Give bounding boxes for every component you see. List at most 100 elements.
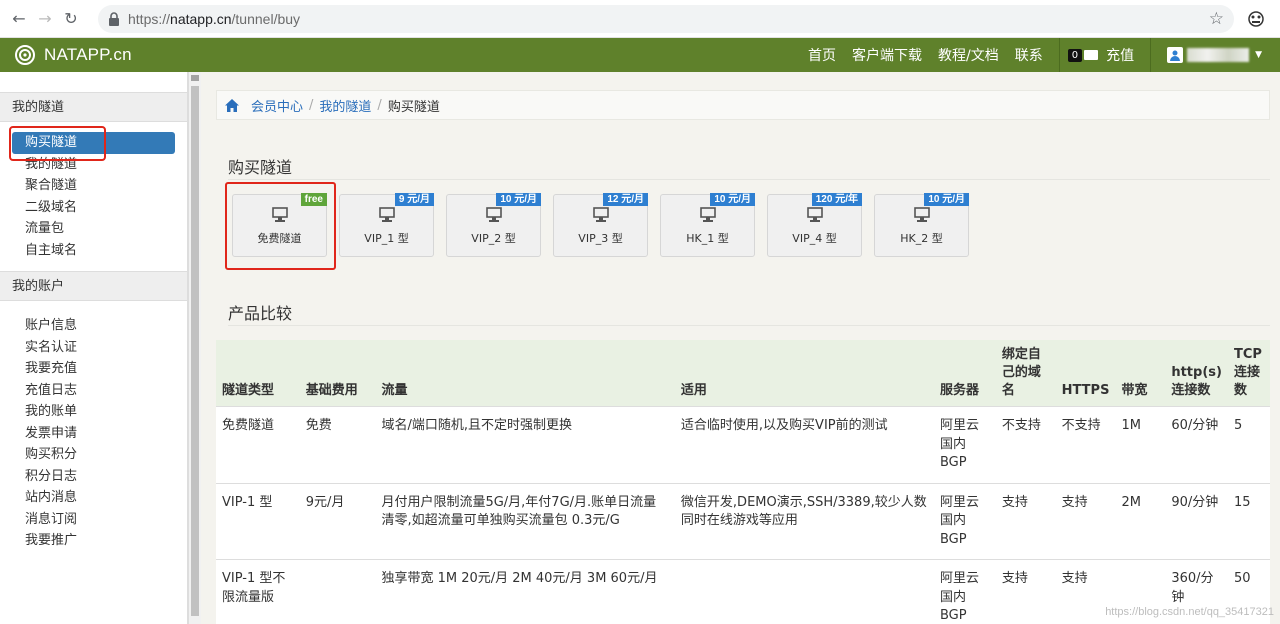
scroll-thumb[interactable] xyxy=(191,86,199,616)
extension-icon[interactable] xyxy=(1246,9,1266,29)
sidebar-item-custom-domain[interactable]: 自主域名 xyxy=(12,240,175,262)
sidebar-item-buy-points[interactable]: 购买积分 xyxy=(12,444,175,466)
compare-section-title: 产品比较 xyxy=(228,304,293,323)
table-cell: 微信开发,DEMO演示,SSH/3389,较少人数同时在线游戏等应用 xyxy=(674,482,934,560)
brand[interactable]: NATAPP.cn xyxy=(14,44,132,66)
col-header-tcp-conn: TCP连接数 xyxy=(1227,340,1270,407)
breadcrumb-separator: / xyxy=(309,97,314,113)
col-header-domain: 绑定自己的域名 xyxy=(995,340,1056,407)
col-header-traffic: 流量 xyxy=(375,340,675,407)
tier-label: VIP_1 型 xyxy=(364,232,409,245)
nav-recharge[interactable]: 充值 xyxy=(1106,45,1142,65)
monitor-icon xyxy=(699,207,716,222)
reload-icon[interactable]: ↻ xyxy=(58,6,84,32)
tier-card-vip1[interactable]: 9 元/月 VIP_1 型 xyxy=(339,193,434,257)
price-tag: 10 元/月 xyxy=(710,193,755,206)
breadcrumb-current: 购买隧道 xyxy=(387,99,440,115)
balance-badge: 0 xyxy=(1067,48,1083,62)
nav-divider xyxy=(1058,38,1060,72)
breadcrumb: 会员中心 / 我的隧道 / 购买隧道 xyxy=(216,90,1270,120)
table-cell: 不支持 xyxy=(1055,406,1116,483)
sidebar-item-recharge[interactable]: 我要充值 xyxy=(12,358,175,380)
tier-label: HK_2 型 xyxy=(900,232,943,245)
user-name-blurred[interactable] xyxy=(1187,48,1250,62)
table-cell: 域名/端口随机,且不定时强制更换 xyxy=(375,406,675,483)
table-cell: 90/分钟 xyxy=(1165,482,1228,560)
monitor-icon xyxy=(913,207,930,222)
table-cell: 免费隧道 xyxy=(216,406,300,483)
table-header-row: 隧道类型 基础费用 流量 适用 服务器 绑定自己的域名 HTTPS 带宽 htt… xyxy=(216,340,1270,407)
table-cell xyxy=(674,559,934,624)
scroll-up-arrow-icon[interactable] xyxy=(191,75,199,81)
breadcrumb-member-center[interactable]: 会员中心 xyxy=(251,96,303,115)
sidebar-item-messages[interactable]: 站内消息 xyxy=(12,487,175,509)
highlight-box-free-tier xyxy=(225,182,336,270)
tier-card-vip4[interactable]: 120 元/年 VIP_4 型 xyxy=(767,193,862,257)
watermark: https://blog.csdn.net/qq_35417321 xyxy=(1105,606,1274,618)
monitor-icon xyxy=(485,207,502,222)
nav-contact[interactable]: 联系 xyxy=(1007,45,1051,65)
sidebar-item-traffic-pack[interactable]: 流量包 xyxy=(12,218,175,240)
sidebar-item-verification[interactable]: 实名认证 xyxy=(12,337,175,359)
col-header-bandwidth: 带宽 xyxy=(1115,340,1166,407)
url-prefix: https:// xyxy=(128,10,171,27)
price-tag: 9 元/月 xyxy=(394,193,434,206)
sidebar-section-tunnels[interactable]: 我的隧道 xyxy=(0,92,187,122)
table-cell: 支持 xyxy=(1055,482,1116,560)
table-cell: 支持 xyxy=(995,559,1056,624)
nav-docs[interactable]: 教程/文档 xyxy=(930,45,1007,65)
monitor-icon xyxy=(806,207,823,222)
address-bar[interactable]: https://natapp.cn/tunnel/buy ☆ xyxy=(98,4,1234,33)
url-text: https://natapp.cn/tunnel/buy xyxy=(128,11,300,27)
table-cell: 5 xyxy=(1227,406,1270,483)
sidebar-item-invoice[interactable]: 发票申请 xyxy=(12,423,175,445)
sidebar-item-aggregate-tunnels[interactable]: 聚合隧道 xyxy=(12,175,175,197)
sidebar-item-referral[interactable]: 我要推广 xyxy=(12,530,175,552)
back-icon[interactable]: ← xyxy=(6,6,32,32)
sidebar-item-subscriptions[interactable]: 消息订阅 xyxy=(12,509,175,531)
buy-section-title: 购买隧道 xyxy=(228,158,293,177)
chevron-down-icon[interactable]: ▼ xyxy=(1255,50,1262,60)
sidebar-item-subdomains[interactable]: 二级域名 xyxy=(12,197,175,219)
brand-name: NATAPP.cn xyxy=(44,45,132,64)
tier-card-vip3[interactable]: 12 元/月 VIP_3 型 xyxy=(553,193,648,257)
sidebar-scrollbar[interactable] xyxy=(188,72,201,624)
sidebar-account-list: 账户信息 实名认证 我要充值 充值日志 我的账单 发票申请 购买积分 积分日志 … xyxy=(0,301,187,560)
table-cell: 阿里云国内BGP xyxy=(933,482,996,560)
nav-home[interactable]: 首页 xyxy=(800,45,844,65)
forward-icon[interactable]: → xyxy=(32,6,58,32)
table-cell: 适合临时使用,以及购买VIP前的测试 xyxy=(674,406,934,483)
tier-label: HK_1 型 xyxy=(686,232,729,245)
tier-card-hk1[interactable]: 10 元/月 HK_1 型 xyxy=(660,193,755,257)
sidebar-item-account-info[interactable]: 账户信息 xyxy=(12,315,175,337)
bookmark-star-icon[interactable]: ☆ xyxy=(1209,9,1224,29)
sidebar-item-points-log[interactable]: 积分日志 xyxy=(12,466,175,488)
col-header-usage: 适用 xyxy=(674,340,934,407)
sidebar-item-bills[interactable]: 我的账单 xyxy=(12,401,175,423)
monitor-icon xyxy=(378,207,395,222)
table-row: 免费隧道 免费 域名/端口随机,且不定时强制更换 适合临时使用,以及购买VIP前… xyxy=(216,406,1270,483)
breadcrumb-separator: / xyxy=(377,97,382,113)
tier-list: free 免费隧道 9 元/月 VIP_1 型 10 元/月 VIP_2 型 1… xyxy=(232,193,981,257)
section-divider xyxy=(228,325,1270,326)
user-avatar-icon[interactable] xyxy=(1167,47,1184,63)
url-path: /tunnel/buy xyxy=(231,10,301,27)
table-cell: VIP-1 型 xyxy=(216,482,300,560)
sidebar-section-account[interactable]: 我的账户 xyxy=(0,271,187,301)
top-navbar: NATAPP.cn 首页 客户端下载 教程/文档 联系 0 充值 ▼ xyxy=(0,38,1280,72)
sidebar-item-recharge-log[interactable]: 充值日志 xyxy=(12,380,175,402)
tier-card-hk2[interactable]: 10 元/月 HK_2 型 xyxy=(874,193,969,257)
browser-toolbar: ← → ↻ https://natapp.cn/tunnel/buy ☆ xyxy=(0,0,1280,38)
col-header-type: 隧道类型 xyxy=(216,340,300,407)
natapp-logo-icon xyxy=(15,45,35,65)
table-cell: 9元/月 xyxy=(299,482,376,560)
col-header-http-conn: http(s)连接数 xyxy=(1165,340,1228,407)
lock-icon xyxy=(109,11,119,26)
breadcrumb-my-tunnels[interactable]: 我的隧道 xyxy=(319,96,371,115)
nav-download[interactable]: 客户端下载 xyxy=(844,45,930,65)
home-icon[interactable] xyxy=(225,98,239,112)
tier-card-vip2[interactable]: 10 元/月 VIP_2 型 xyxy=(446,193,541,257)
table-cell: 阿里云国内BGP xyxy=(933,559,996,624)
col-header-https: HTTPS xyxy=(1055,340,1116,407)
tier-label: VIP_2 型 xyxy=(471,232,516,245)
